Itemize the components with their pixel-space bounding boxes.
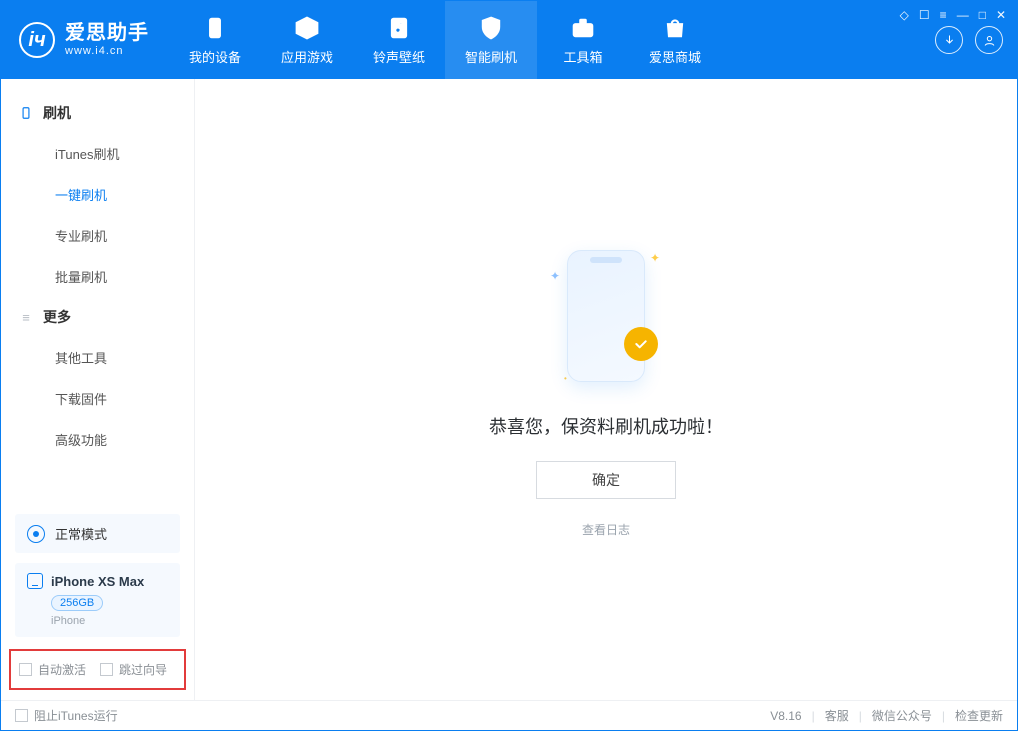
menu-icon[interactable]: ≡ xyxy=(940,8,947,22)
nav-ringtones[interactable]: 铃声壁纸 xyxy=(353,1,445,79)
highlighted-options: 自动激活 跳过向导 xyxy=(9,649,186,690)
list-icon: ≡ xyxy=(19,310,33,324)
checkbox-icon xyxy=(100,663,113,676)
nav-toolbox[interactable]: 工具箱 xyxy=(537,1,629,79)
phone-icon xyxy=(19,106,33,120)
device-name: iPhone XS Max xyxy=(51,574,144,589)
app-title: 爱思助手 xyxy=(65,22,149,45)
nav-label: 工具箱 xyxy=(563,47,602,66)
sidebar-group-title: 刷机 xyxy=(43,103,71,123)
footer-link-support[interactable]: 客服 xyxy=(825,707,849,724)
body: 刷机 iTunes刷机 一键刷机 专业刷机 批量刷机 ≡ 更多 其他工具 下载固… xyxy=(1,79,1017,700)
skin-icon[interactable]: ◇ xyxy=(900,8,909,22)
checkbox-icon xyxy=(19,663,32,676)
checkbox-label: 跳过向导 xyxy=(119,661,167,678)
window-controls: ◇ ☐ ≡ — □ ✕ xyxy=(900,8,1006,22)
cube-icon xyxy=(294,15,320,41)
nav-label: 智能刷机 xyxy=(465,47,517,66)
sidebar-item-pro-flash[interactable]: 专业刷机 xyxy=(1,215,194,256)
maximize-icon[interactable]: □ xyxy=(979,8,986,22)
status-icon xyxy=(27,525,45,543)
sidebar-group-title: 更多 xyxy=(43,307,71,327)
checkbox-block-itunes[interactable]: 阻止iTunes运行 xyxy=(15,707,118,724)
minimize-icon[interactable]: — xyxy=(957,8,969,22)
device-icon xyxy=(202,15,228,41)
footer-link-wechat[interactable]: 微信公众号 xyxy=(872,707,932,724)
sidebar-item-other-tools[interactable]: 其他工具 xyxy=(1,337,194,378)
nav-label: 爱思商城 xyxy=(649,47,701,66)
top-nav: 我的设备 应用游戏 铃声壁纸 智能刷机 工具箱 xyxy=(169,1,721,79)
main-content: ✦ ✦ • 恭喜您，保资料刷机成功啦！ 确定 查看日志 xyxy=(195,79,1017,700)
success-illustration: ✦ ✦ • xyxy=(536,241,676,391)
sidebar-item-itunes-flash[interactable]: iTunes刷机 xyxy=(1,133,194,174)
view-log-link[interactable]: 查看日志 xyxy=(582,521,630,538)
check-badge-icon xyxy=(624,327,658,361)
sidebar-item-download-fw[interactable]: 下载固件 xyxy=(1,378,194,419)
footer: 阻止iTunes运行 V8.16 | 客服 | 微信公众号 | 检查更新 xyxy=(1,700,1017,730)
user-button[interactable] xyxy=(975,26,1003,54)
nav-apps[interactable]: 应用游戏 xyxy=(261,1,353,79)
sidebar-item-advanced[interactable]: 高级功能 xyxy=(1,419,194,460)
logo[interactable]: iч 爱思助手 www.i4.cn xyxy=(1,1,169,79)
close-icon[interactable]: ✕ xyxy=(996,8,1006,22)
logo-icon: iч xyxy=(19,22,55,58)
nav-label: 铃声壁纸 xyxy=(373,47,425,66)
sidebar: 刷机 iTunes刷机 一键刷机 专业刷机 批量刷机 ≡ 更多 其他工具 下载固… xyxy=(1,79,195,700)
header: iч 爱思助手 www.i4.cn 我的设备 应用游戏 铃声壁纸 xyxy=(1,1,1017,79)
nav-label: 我的设备 xyxy=(189,47,241,66)
app-url: www.i4.cn xyxy=(65,45,149,58)
footer-link-update[interactable]: 检查更新 xyxy=(955,707,1003,724)
version-label: V8.16 xyxy=(770,709,801,723)
nav-flash[interactable]: 智能刷机 xyxy=(445,1,537,79)
shield-icon xyxy=(478,15,504,41)
sidebar-group-more[interactable]: ≡ 更多 xyxy=(1,297,194,337)
download-button[interactable] xyxy=(935,26,963,54)
device-capacity-badge: 256GB xyxy=(51,595,103,611)
success-title: 恭喜您，保资料刷机成功啦！ xyxy=(489,413,723,439)
nav-store[interactable]: 爱思商城 xyxy=(629,1,721,79)
nav-my-device[interactable]: 我的设备 xyxy=(169,1,261,79)
sparkle-icon: • xyxy=(564,374,567,383)
ok-button[interactable]: 确定 xyxy=(536,461,676,499)
checkbox-label: 自动激活 xyxy=(38,661,86,678)
sidebar-item-oneclick-flash[interactable]: 一键刷机 xyxy=(1,174,194,215)
sidebar-group-flash[interactable]: 刷机 xyxy=(1,93,194,133)
store-icon xyxy=(662,15,688,41)
feedback-icon[interactable]: ☐ xyxy=(919,8,930,22)
device-small-icon xyxy=(27,573,43,589)
status-label: 正常模式 xyxy=(55,524,107,543)
checkbox-icon xyxy=(15,709,28,722)
sidebar-item-batch-flash[interactable]: 批量刷机 xyxy=(1,256,194,297)
phone-illustration xyxy=(567,250,645,382)
checkbox-label: 阻止iTunes运行 xyxy=(34,707,118,724)
status-card[interactable]: 正常模式 xyxy=(15,514,180,553)
checkbox-auto-activate[interactable]: 自动激活 xyxy=(19,661,86,678)
nav-label: 应用游戏 xyxy=(281,47,333,66)
toolbox-icon xyxy=(570,15,596,41)
checkbox-skip-guide[interactable]: 跳过向导 xyxy=(100,661,167,678)
music-icon xyxy=(386,15,412,41)
device-card[interactable]: iPhone XS Max 256GB iPhone xyxy=(15,563,180,637)
sparkle-icon: ✦ xyxy=(550,269,560,283)
device-type: iPhone xyxy=(51,615,168,627)
sparkle-icon: ✦ xyxy=(650,251,660,265)
